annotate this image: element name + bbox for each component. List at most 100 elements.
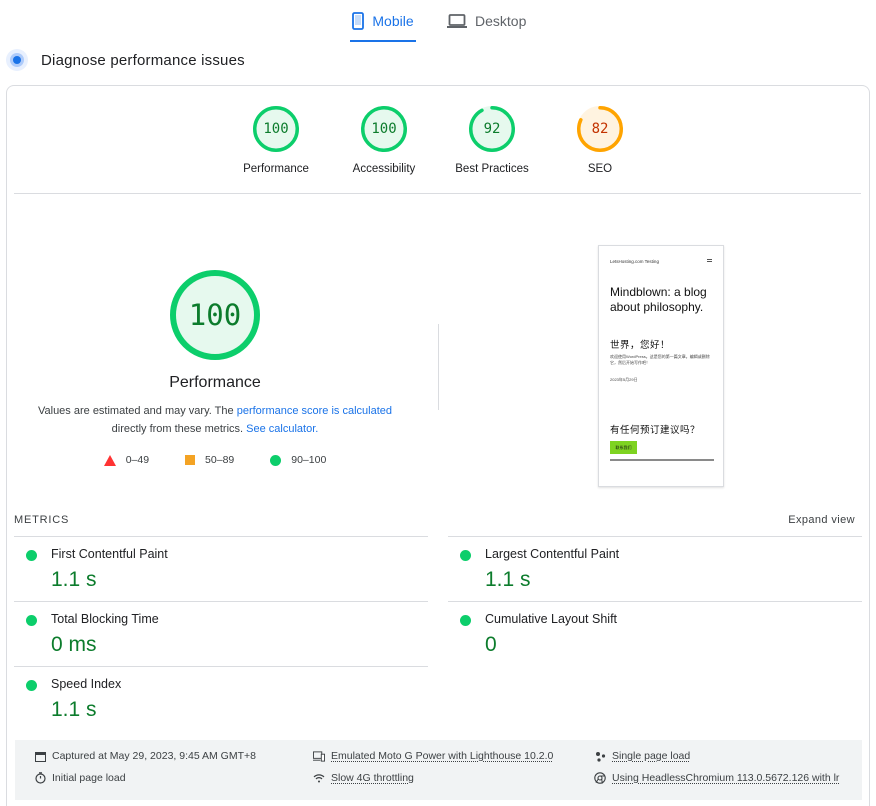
legend-range: 50–89: [205, 454, 235, 466]
gauge-ring: 92: [469, 106, 515, 152]
metrics-header: METRICS Expand view: [14, 514, 855, 526]
gauge-value: 92: [483, 121, 501, 137]
triangle-icon: [103, 454, 116, 466]
network-throttling[interactable]: Slow 4G throttling: [313, 772, 414, 784]
diagnose-header: Diagnose performance issues: [6, 48, 245, 72]
see-calculator-link[interactable]: See calculator.: [246, 423, 318, 435]
gauge-ring: 82: [577, 106, 623, 152]
metric-speed-index[interactable]: Speed Index 1.1 s: [14, 666, 428, 731]
device-text: Emulated Moto G Power with Lighthouse 10…: [331, 750, 554, 762]
score-calculated-link[interactable]: performance score is calculated: [237, 405, 392, 417]
thumb-section-title: 有任何预订建议吗？: [610, 425, 701, 436]
thumb-divider: [610, 459, 714, 461]
legend-item-average: 50–89: [185, 454, 234, 466]
gauge-value: 100: [263, 121, 289, 137]
thumb-post-title: 世界，您好！: [610, 340, 671, 351]
metrics-column-right: Largest Contentful Paint 1.1 s Cumulativ…: [448, 536, 862, 666]
calendar-icon: [34, 750, 46, 762]
metric-value: 1.1 s: [51, 568, 97, 591]
gauge-label: Accessibility: [352, 163, 416, 175]
pass-circle-icon: [460, 615, 471, 626]
gauge-accessibility[interactable]: 100 Accessibility: [329, 106, 439, 175]
performance-note: Values are estimated and may vary. The p…: [7, 402, 423, 438]
metric-value: 1.1 s: [485, 568, 531, 591]
captured-text: Captured at May 29, 2023, 9:45 AM GMT+8: [52, 750, 256, 762]
square-icon: [185, 455, 196, 465]
laptop-icon: [447, 13, 467, 29]
metrics-heading: METRICS: [14, 514, 70, 526]
metric-value: 0 ms: [51, 633, 97, 656]
metric-name: Speed Index: [51, 677, 122, 691]
metric-total-blocking-time[interactable]: Total Blocking Time 0 ms: [14, 601, 428, 666]
gauge-label: Best Practices: [455, 163, 529, 175]
gauge-seo[interactable]: 82 SEO: [545, 106, 655, 175]
nodes-icon: [594, 750, 606, 762]
report-card: 100 Performance 100 Accessibility 92 Bes…: [6, 85, 870, 806]
performance-summary: 100 Performance Values are estimated and…: [7, 270, 423, 466]
pass-circle-icon: [26, 680, 37, 691]
divider: [14, 193, 861, 194]
gauge-label: Performance: [243, 163, 309, 175]
devices-icon: [313, 750, 325, 762]
chrome-icon: [594, 772, 606, 784]
metric-name: Total Blocking Time: [51, 612, 159, 626]
session-text: Single page load: [612, 750, 691, 762]
menu-icon: [707, 259, 712, 262]
note-text: Values are estimated and may vary. The: [37, 405, 237, 417]
thumb-button: 联系我们: [610, 441, 637, 454]
pass-circle-icon: [26, 550, 37, 561]
metric-name: First Contentful Paint: [51, 547, 168, 561]
session-type[interactable]: Single page load: [594, 750, 690, 762]
wifi-icon: [313, 772, 325, 784]
pass-circle-icon: [26, 615, 37, 626]
gauge-ring: 100: [361, 106, 407, 152]
performance-score: 100: [188, 298, 242, 332]
tab-mobile[interactable]: Mobile: [350, 0, 416, 42]
performance-gauge: 100: [170, 270, 260, 360]
initial-load-text: Initial page load: [52, 772, 126, 784]
initial-page-load: Initial page load: [34, 772, 126, 784]
metric-cumulative-layout-shift[interactable]: Cumulative Layout Shift 0: [448, 601, 862, 666]
throttling-text: Slow 4G throttling: [331, 772, 414, 784]
vertical-divider: [438, 324, 439, 410]
captured-at: Captured at May 29, 2023, 9:45 AM GMT+8: [34, 750, 256, 762]
page-screenshot-thumbnail[interactable]: LetsHosting.com Testing Mindblown: a blo…: [598, 245, 724, 487]
expand-view-button[interactable]: Expand view: [788, 514, 855, 526]
note-text: directly from these metrics.: [111, 423, 247, 435]
metrics-column-left: First Contentful Paint 1.1 s Total Block…: [14, 536, 428, 731]
emulated-device[interactable]: Emulated Moto G Power with Lighthouse 10…: [313, 750, 553, 762]
circle-icon: [270, 454, 282, 466]
run-info-panel: Captured at May 29, 2023, 9:45 AM GMT+8 …: [15, 740, 862, 800]
legend-item-pass: 90–100: [270, 454, 326, 466]
diagnose-title: Diagnose performance issues: [41, 51, 245, 69]
gauge-label: SEO: [587, 163, 613, 175]
gauge-ring: 100: [253, 106, 299, 152]
score-legend: 0–49 50–89 90–100: [7, 454, 423, 466]
performance-title: Performance: [169, 374, 261, 391]
gauge-best-practices[interactable]: 92 Best Practices: [437, 106, 547, 175]
tab-desktop-label: Desktop: [475, 13, 527, 29]
legend-item-fail: 0–49: [103, 454, 150, 466]
metric-first-contentful-paint[interactable]: First Contentful Paint 1.1 s: [14, 536, 428, 601]
thumb-post-date: 2023年5月29日: [610, 377, 638, 382]
thumb-heading: Mindblown: a blog about philosophy.: [610, 285, 707, 314]
tab-mobile-label: Mobile: [372, 13, 414, 29]
metric-name: Largest Contentful Paint: [485, 547, 620, 561]
gauge-value: 82: [591, 121, 609, 137]
metric-largest-contentful-paint[interactable]: Largest Contentful Paint 1.1 s: [448, 536, 862, 601]
legend-range: 0–49: [125, 454, 150, 466]
gauge-performance[interactable]: 100 Performance: [221, 106, 331, 175]
gauge-value: 100: [371, 121, 397, 137]
tab-desktop[interactable]: Desktop: [447, 0, 526, 42]
thumb-post-excerpt: 欢迎使用WordPress。这是您的第一篇文章。编辑或删除它，然后开始写作吧！: [610, 354, 710, 365]
pass-circle-icon: [460, 550, 471, 561]
thumb-site-name: LetsHosting.com Testing: [610, 259, 659, 264]
browser-info[interactable]: Using HeadlessChromium 113.0.5672.126 wi…: [594, 772, 839, 784]
browser-text: Using HeadlessChromium 113.0.5672.126 wi…: [612, 772, 840, 784]
metric-value: 0: [485, 633, 497, 656]
legend-range: 90–100: [291, 454, 327, 466]
score-gauges: 100 Performance 100 Accessibility 92 Bes…: [7, 106, 871, 196]
metric-name: Cumulative Layout Shift: [485, 612, 618, 626]
timer-icon: [34, 772, 46, 784]
device-tabs: Mobile Desktop: [0, 0, 876, 42]
